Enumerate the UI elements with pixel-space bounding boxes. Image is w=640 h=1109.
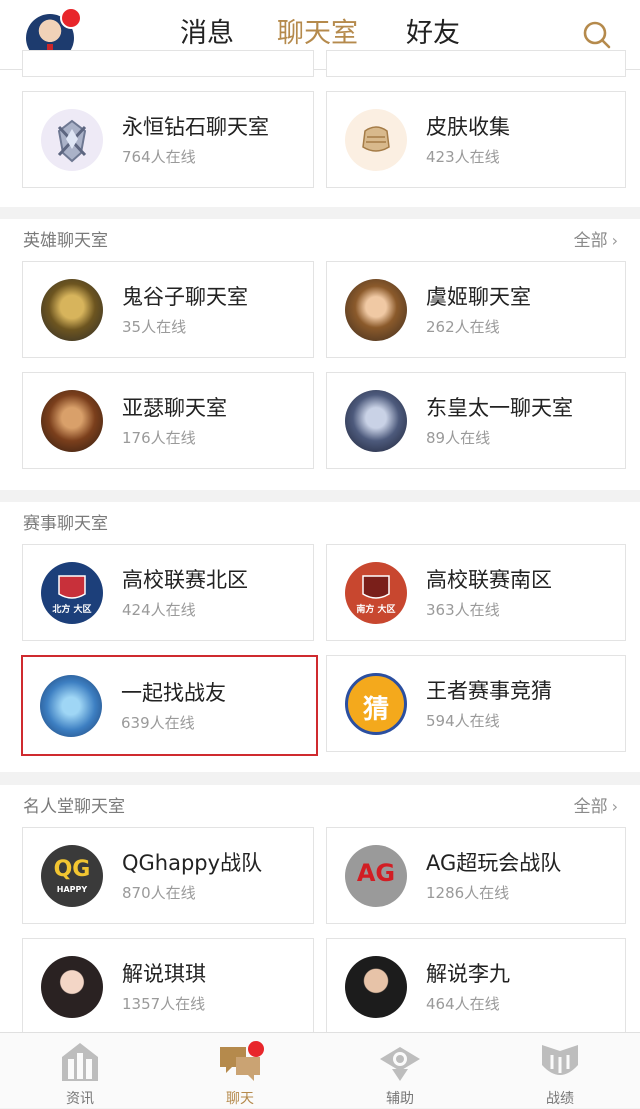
event-chatroom-section: 赛事聊天室 北方 大区 高校联赛北区 424人在线 南方 大区 高校联赛南区 3…: [0, 502, 640, 772]
chatroom-card[interactable]: 北方 大区 高校联赛北区 424人在线: [22, 544, 314, 641]
north-league-badge-icon: 北方 大区: [41, 562, 103, 624]
nav-news[interactable]: 资讯: [0, 1033, 160, 1109]
team-logo-icon: [40, 675, 102, 737]
search-icon[interactable]: [582, 20, 612, 50]
view-all-button[interactable]: 全部 ›: [574, 229, 618, 253]
chatroom-name: 亚瑟聊天室: [122, 396, 227, 420]
online-count: 870人在线: [122, 884, 196, 902]
chatroom-card[interactable]: QG HAPPY QGhappy战队 870人在线: [22, 827, 314, 924]
chatroom-name: AG超玩会战队: [426, 851, 562, 875]
bottom-nav: 资讯 聊天 辅助 战绩: [0, 1032, 640, 1108]
online-count: 424人在线: [122, 601, 196, 619]
qg-logo-icon: QG HAPPY: [41, 845, 103, 907]
chevron-right-icon: ›: [611, 797, 618, 816]
online-count: 176人在线: [122, 429, 196, 447]
diamond-rank-icon: [41, 109, 103, 171]
chatroom-name: 鬼谷子聊天室: [122, 285, 248, 309]
guess-glyph: 猜: [362, 695, 389, 725]
record-icon: [542, 1045, 578, 1075]
chatroom-name: 高校联赛北区: [122, 568, 248, 592]
badge-label: 北方 大区: [52, 605, 92, 615]
view-all-button[interactable]: 全部 ›: [574, 795, 618, 819]
qg-logo-text: QG: [53, 857, 91, 882]
nav-label: 辅助: [386, 1091, 414, 1107]
chatroom-card[interactable]: 亚瑟聊天室 176人在线: [22, 372, 314, 469]
chatroom-card[interactable]: 虞姬聊天室 262人在线: [326, 261, 626, 358]
chatroom-card[interactable]: 猜 王者赛事竞猜 594人在线: [326, 655, 626, 752]
chatroom-card[interactable]: [326, 50, 626, 77]
chatroom-card[interactable]: 皮肤收集 423人在线: [326, 91, 626, 188]
online-count: 89人在线: [426, 429, 491, 447]
chatroom-card[interactable]: 永恒钻石聊天室 764人在线: [22, 91, 314, 188]
nav-label: 战绩: [546, 1091, 574, 1107]
nav-label: 聊天: [226, 1091, 254, 1107]
chatroom-name: 东皇太一聊天室: [426, 396, 573, 420]
guess-icon: 猜: [345, 673, 407, 735]
hero-chatroom-section: 英雄聊天室 全部 › 鬼谷子聊天室 35人在线 虞姬聊天室 262人在线 亚瑟聊天…: [0, 219, 640, 490]
online-count: 35人在线: [122, 318, 187, 336]
section-title: 名人堂聊天室: [23, 797, 125, 817]
chevron-right-icon: ›: [611, 231, 618, 250]
tab-friends[interactable]: 好友: [406, 16, 460, 52]
online-count: 1357人在线: [122, 995, 206, 1013]
news-icon: [62, 1043, 98, 1081]
hero-avatar-icon: [41, 279, 103, 341]
online-count: 464人在线: [426, 995, 500, 1013]
qg-logo-sub: HAPPY: [56, 885, 88, 894]
person-avatar-icon: [345, 956, 407, 1018]
chatroom-name: 永恒钻石聊天室: [122, 115, 269, 139]
ag-logo-icon: AG: [345, 845, 407, 907]
chatroom-name: 一起找战友: [121, 681, 226, 705]
online-count: 262人在线: [426, 318, 500, 336]
online-count: 594人在线: [426, 712, 500, 730]
online-count: 639人在线: [121, 714, 195, 732]
hero-avatar-icon: [345, 390, 407, 452]
featured-section: 永恒钻石聊天室 764人在线 皮肤收集 423人在线: [0, 50, 640, 207]
tab-messages[interactable]: 消息: [180, 16, 234, 52]
chatroom-name: 高校联赛南区: [426, 568, 552, 592]
chatroom-card[interactable]: 鬼谷子聊天室 35人在线: [22, 261, 314, 358]
chatroom-name: 解说李九: [426, 962, 510, 986]
armor-icon: [345, 109, 407, 171]
fame-chatroom-section: 名人堂聊天室 全部 › QG HAPPY QGhappy战队 870人在线 AG …: [0, 785, 640, 1035]
chatroom-card[interactable]: 南方 大区 高校联赛南区 363人在线: [326, 544, 626, 641]
notification-dot: [248, 1041, 264, 1057]
chatroom-card-highlighted[interactable]: 一起找战友 639人在线: [21, 655, 318, 756]
chatroom-name: 王者赛事竞猜: [426, 679, 552, 703]
chatroom-card[interactable]: 东皇太一聊天室 89人在线: [326, 372, 626, 469]
nav-label: 资讯: [66, 1091, 94, 1107]
chatroom-card[interactable]: 解说琪琪 1357人在线: [22, 938, 314, 1035]
nav-record[interactable]: 战绩: [480, 1033, 640, 1109]
view-all-label: 全部: [573, 231, 608, 251]
tab-chatrooms[interactable]: 聊天室: [277, 16, 358, 52]
hero-avatar-icon: [41, 390, 103, 452]
south-league-badge-icon: 南方 大区: [345, 562, 407, 624]
nav-assist[interactable]: 辅助: [320, 1033, 480, 1109]
view-all-label: 全部: [573, 797, 608, 817]
online-count: 423人在线: [426, 148, 500, 166]
online-count: 363人在线: [426, 601, 500, 619]
ag-logo-text: AG: [356, 859, 396, 887]
online-count: 1286人在线: [426, 884, 510, 902]
hero-avatar-icon: [345, 279, 407, 341]
nav-chat[interactable]: 聊天: [160, 1033, 320, 1109]
chatroom-card[interactable]: 解说李九 464人在线: [326, 938, 626, 1035]
chatroom-name: 虞姬聊天室: [426, 285, 531, 309]
chatroom-name: 皮肤收集: [426, 115, 510, 139]
chatroom-name: QGhappy战队: [122, 851, 263, 875]
chatroom-card[interactable]: [22, 50, 314, 77]
section-title: 赛事聊天室: [23, 514, 108, 534]
online-count: 764人在线: [122, 148, 196, 166]
section-title: 英雄聊天室: [23, 231, 108, 251]
badge-label: 南方 大区: [356, 605, 396, 615]
chatroom-name: 解说琪琪: [122, 962, 206, 986]
assist-icon: [380, 1047, 420, 1081]
person-avatar-icon: [41, 956, 103, 1018]
chatroom-card[interactable]: AG AG超玩会战队 1286人在线: [326, 827, 626, 924]
